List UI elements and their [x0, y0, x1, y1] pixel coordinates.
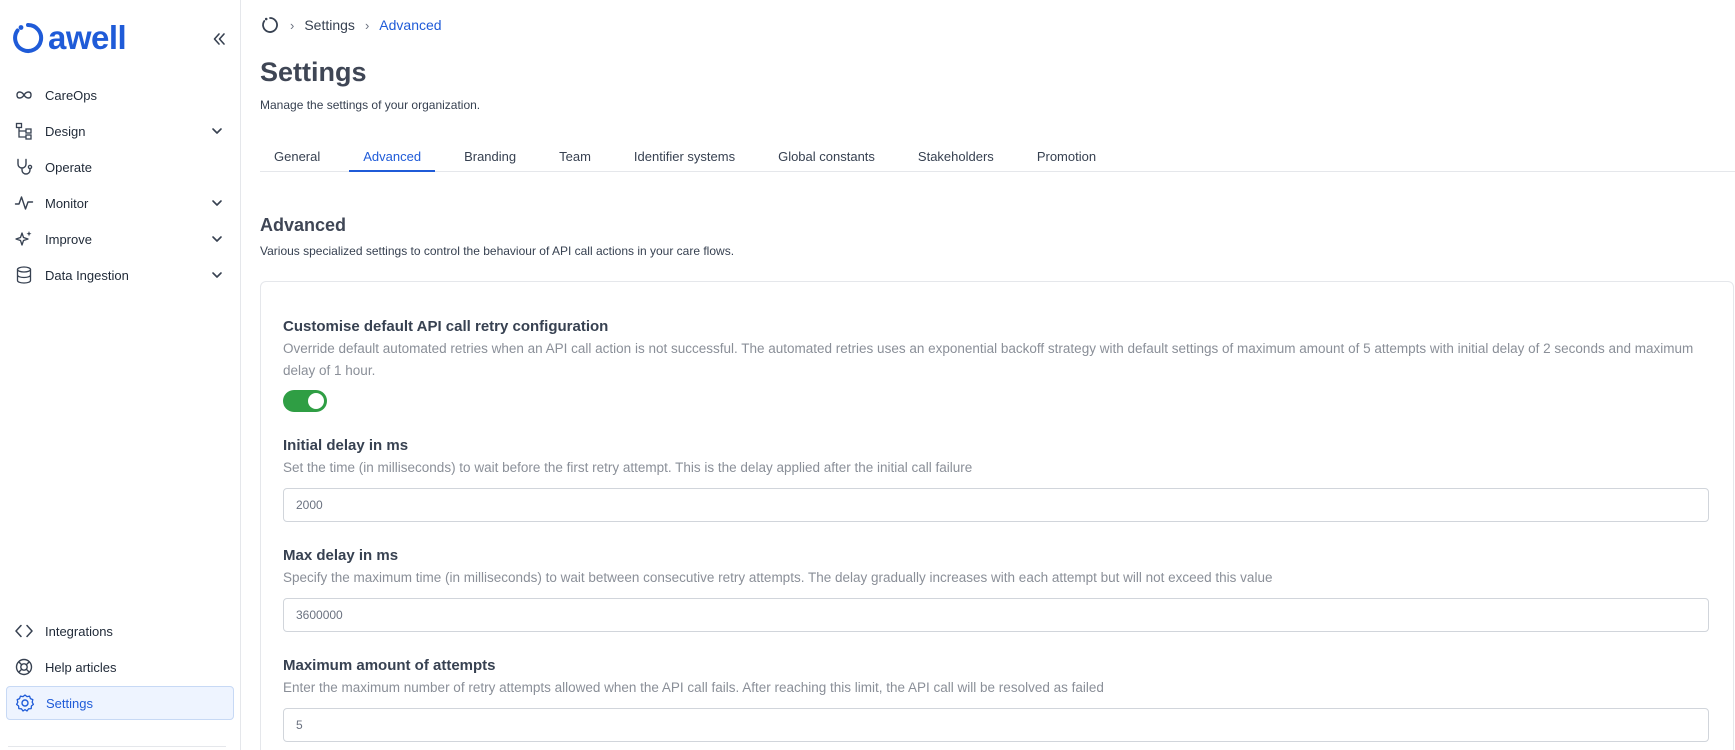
sidebar-item-label: Design — [45, 123, 86, 139]
max-attempts-input[interactable] — [283, 708, 1709, 742]
infinity-icon — [14, 85, 34, 105]
sidebar-item-careops[interactable]: CareOps — [6, 78, 234, 112]
max-attempts-description: Enter the maximum number of retry attemp… — [283, 680, 1104, 695]
max-attempts-title: Maximum amount of attempts — [283, 657, 496, 674]
toggle-knob — [308, 393, 324, 409]
chevron-down-icon — [208, 230, 226, 248]
retry-config-field: Customise default API call retry configu… — [283, 318, 1709, 412]
breadcrumb: › Settings › Advanced — [260, 14, 442, 36]
sidebar-item-integrations[interactable]: Integrations — [6, 614, 234, 648]
sidebar-item-label: Help articles — [45, 659, 117, 675]
sidebar-item-data-ingestion[interactable]: Data Ingestion — [6, 258, 234, 292]
sidebar-item-monitor[interactable]: Monitor — [6, 186, 234, 220]
collapse-sidebar-button[interactable] — [208, 28, 230, 50]
gear-icon — [15, 693, 35, 713]
sidebar-item-help-articles[interactable]: Help articles — [6, 650, 234, 684]
api-retry-settings-card: Customise default API call retry configu… — [260, 281, 1734, 750]
initial-delay-input[interactable] — [283, 488, 1709, 522]
tab-stakeholders[interactable]: Stakeholders — [904, 144, 1008, 172]
breadcrumb-separator-icon: › — [290, 17, 295, 33]
initial-delay-field: Initial delay in ms Set the time (in mil… — [283, 437, 1709, 522]
breadcrumb-settings[interactable]: Settings — [304, 17, 355, 33]
sidebar-item-label: Monitor — [45, 195, 89, 211]
tab-branding[interactable]: Branding — [450, 144, 530, 172]
max-attempts-field: Maximum amount of attempts Enter the max… — [283, 657, 1709, 742]
tab-promotion[interactable]: Promotion — [1023, 144, 1110, 172]
breadcrumb-advanced[interactable]: Advanced — [379, 17, 441, 33]
sidebar-item-label: Settings — [46, 695, 93, 711]
sidebar-item-label: Integrations — [45, 623, 113, 639]
tab-general[interactable]: General — [260, 144, 334, 172]
tree-structure-icon — [14, 121, 34, 141]
max-delay-field: Max delay in ms Specify the maximum time… — [283, 547, 1709, 632]
brand-logo[interactable]: awell — [12, 19, 127, 56]
page-subtitle: Manage the settings of your organization… — [260, 98, 481, 112]
sidebar-item-label: Improve — [45, 231, 92, 247]
sidebar-nav-top: CareOps Design Operate Monitor Improve D… — [6, 78, 234, 294]
sidebar-item-design[interactable]: Design — [6, 114, 234, 148]
sidebar-item-label: Data Ingestion — [45, 267, 129, 283]
section-title: Advanced — [260, 215, 347, 235]
sparkles-icon — [14, 229, 34, 249]
settings-tabs: General Advanced Branding Team Identifie… — [260, 144, 1735, 172]
activity-icon — [14, 193, 34, 213]
logo-row: awell — [12, 19, 232, 58]
breadcrumb-separator-icon: › — [364, 17, 370, 33]
brand-name: awell — [48, 19, 127, 56]
lifebuoy-icon — [14, 657, 34, 677]
sidebar-item-label: CareOps — [45, 87, 98, 103]
database-icon — [14, 265, 34, 285]
initial-delay-title: Initial delay in ms — [283, 437, 409, 454]
initial-delay-description: Set the time (in milliseconds) to wait b… — [283, 460, 973, 475]
awell-logo-icon — [13, 22, 44, 53]
tab-team[interactable]: Team — [545, 144, 605, 172]
retry-config-description: Override default automated retries when … — [283, 341, 1694, 378]
sidebar: awell CareOps Design Operate Monitor Imp… — [0, 0, 241, 750]
code-icon — [14, 621, 34, 641]
tab-advanced[interactable]: Advanced — [349, 144, 436, 172]
sidebar-item-operate[interactable]: Operate — [6, 150, 234, 184]
max-delay-description: Specify the maximum time (in millisecond… — [283, 570, 1273, 585]
sidebar-item-settings[interactable]: Settings — [6, 686, 234, 720]
sidebar-nav-bottom: Integrations Help articles Settings — [6, 614, 234, 722]
max-delay-input[interactable] — [283, 598, 1709, 632]
retry-config-toggle[interactable] — [283, 390, 327, 412]
awell-home-icon[interactable] — [260, 15, 280, 35]
sidebar-divider — [8, 746, 226, 747]
double-chevron-left-icon — [213, 33, 225, 45]
page-title: Settings — [260, 57, 367, 87]
sidebar-item-improve[interactable]: Improve — [6, 222, 234, 256]
sidebar-item-label: Operate — [45, 159, 92, 175]
max-delay-title: Max delay in ms — [283, 547, 399, 564]
tab-global-constants[interactable]: Global constants — [764, 144, 889, 172]
chevron-down-icon — [208, 266, 226, 284]
tab-identifier-systems[interactable]: Identifier systems — [620, 144, 749, 172]
chevron-down-icon — [208, 122, 226, 140]
retry-config-title: Customise default API call retry configu… — [283, 318, 609, 335]
stethoscope-icon — [14, 157, 34, 177]
chevron-down-icon — [208, 194, 226, 212]
section-subtitle: Various specialized settings to control … — [260, 244, 735, 258]
main-content: › Settings › Advanced Settings Manage th… — [242, 0, 1735, 750]
